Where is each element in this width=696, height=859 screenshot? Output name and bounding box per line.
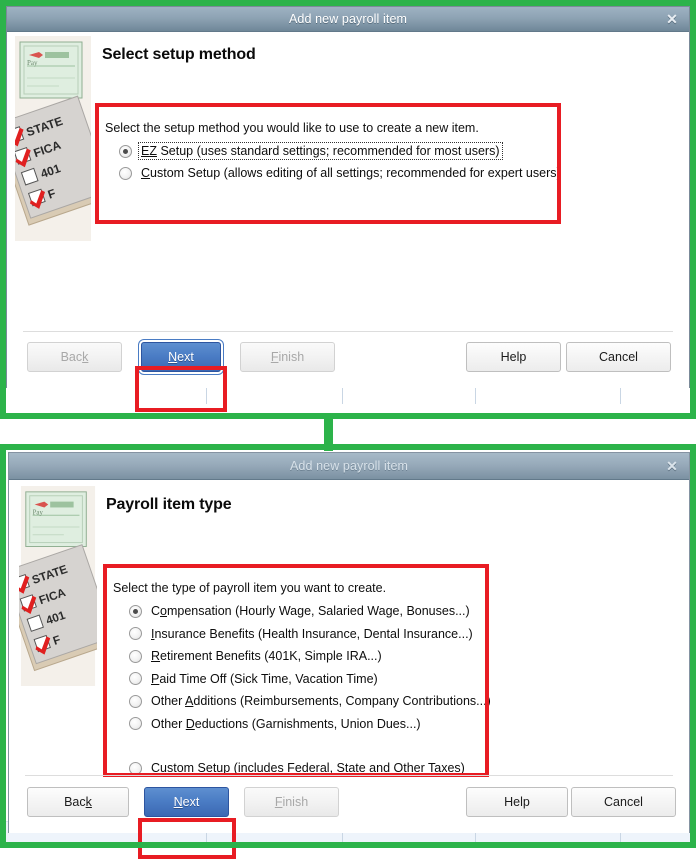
finish-button-label: Finish	[270, 350, 305, 364]
footer-divider	[23, 331, 673, 332]
add-new-payroll-item-dialog-step2[interactable]: Add new payroll item ✕ Pay STATE FICA 40…	[8, 452, 690, 859]
dialog-footer: Back Next Finish Help Cancel	[9, 783, 689, 823]
dialog-body: Pay STATE FICA 401 F Select setup method…	[7, 32, 689, 412]
page-title: Payroll item type	[106, 496, 232, 513]
dialog-titlebar: Add new payroll item ✕	[9, 453, 689, 480]
radio-option[interactable]: Other Additions (Reimbursements, Company…	[129, 690, 491, 713]
help-button[interactable]: Help	[466, 342, 561, 372]
add-new-payroll-item-dialog-step1[interactable]: Add new payroll item ✕ Pay STATE FICA 40…	[6, 6, 690, 412]
radio-option-label: Custom Setup (allows editing of all sett…	[141, 166, 561, 180]
radio-option[interactable]: Other Deductions (Garnishments, Union Du…	[129, 713, 485, 736]
annotation-connector-line	[324, 413, 333, 451]
radio-unselected-icon[interactable]	[129, 672, 142, 686]
radio-unselected-icon[interactable]	[129, 717, 142, 731]
help-button-label: Help	[500, 350, 527, 364]
cancel-button[interactable]: Cancel	[566, 342, 671, 372]
dialog-body: Pay STATE FICA 401 F Payroll item type S…	[9, 480, 689, 859]
radio-option-label: Paid Time Off (Sick Time, Vacation Time)	[151, 671, 378, 686]
next-button[interactable]: Next	[144, 787, 229, 817]
paycheck-tax-checklist-icon: Pay STATE FICA 401 F	[15, 36, 91, 241]
finish-button[interactable]: Finish	[244, 787, 339, 817]
radio-unselected-icon[interactable]	[129, 694, 142, 708]
radio-option-label: Custom Setup (includes Federal, State an…	[151, 761, 465, 776]
next-button-label: Next	[173, 795, 200, 809]
back-button-label: Back	[60, 350, 89, 364]
radio-option[interactable]: Compensation (Hourly Wage, Salaried Wage…	[129, 600, 485, 623]
dialog-title: Add new payroll item	[289, 459, 409, 473]
radio-option[interactable]: Paid Time Off (Sick Time, Vacation Time)	[129, 668, 485, 691]
footer-divider	[25, 775, 673, 776]
instruction-text: Select the type of payroll item you want…	[113, 581, 387, 595]
radio-option-label: Other Deductions (Garnishments, Union Du…	[151, 716, 421, 731]
back-button[interactable]: Back	[27, 787, 129, 817]
finish-button-label: Finish	[274, 795, 309, 809]
radio-option-label: EZ Setup (uses standard settings; recomm…	[138, 142, 503, 160]
finish-button[interactable]: Finish	[240, 342, 335, 372]
cancel-button[interactable]: Cancel	[571, 787, 676, 817]
radio-unselected-icon[interactable]	[129, 649, 142, 663]
dialog-footer: Back Next Finish Help Cancel	[7, 338, 689, 378]
radio-option[interactable]: Custom Setup (includes Federal, State an…	[129, 757, 485, 780]
help-button[interactable]: Help	[466, 787, 568, 817]
radio-option-label: Compensation (Hourly Wage, Salaried Wage…	[151, 604, 470, 619]
close-icon[interactable]: ✕	[664, 11, 680, 27]
back-button-label: Back	[64, 795, 92, 809]
radio-unselected-icon[interactable]	[129, 627, 142, 641]
svg-text:Pay: Pay	[33, 509, 44, 516]
svg-text:Pay: Pay	[27, 59, 38, 67]
radio-option[interactable]: Custom Setup (allows editing of all sett…	[119, 162, 561, 184]
setup-method-group: Select the setup method you would like t…	[99, 107, 561, 220]
page-title: Select setup method	[102, 46, 256, 63]
radio-selected-icon[interactable]	[129, 604, 142, 618]
radio-option-label: Insurance Benefits (Health Insurance, De…	[151, 626, 473, 641]
close-icon[interactable]: ✕	[664, 458, 680, 474]
radio-selected-icon[interactable]	[119, 144, 132, 158]
payroll-item-type-group: Select the type of payroll item you want…	[107, 568, 491, 775]
radio-option-label: Other Additions (Reimbursements, Company…	[151, 694, 491, 709]
dialog-title: Add new payroll item	[288, 12, 408, 26]
cancel-button-label: Cancel	[599, 350, 638, 364]
next-button[interactable]: Next	[141, 342, 221, 372]
paycheck-tax-checklist-icon: Pay STATE FICA 401 F	[19, 486, 97, 686]
radio-unselected-icon[interactable]	[119, 166, 132, 180]
radio-option[interactable]: Retirement Benefits (401K, Simple IRA...…	[129, 645, 485, 668]
radio-option[interactable]: Insurance Benefits (Health Insurance, De…	[129, 623, 485, 646]
dialog-titlebar: Add new payroll item ✕	[7, 7, 689, 32]
radio-option[interactable]: EZ Setup (uses standard settings; recomm…	[119, 140, 557, 162]
back-button[interactable]: Back	[27, 342, 122, 372]
next-button-label: Next	[168, 350, 194, 364]
help-button-label: Help	[504, 795, 530, 809]
radio-unselected-icon[interactable]	[129, 761, 142, 775]
radio-option-label: Retirement Benefits (401K, Simple IRA...…	[151, 649, 382, 664]
instruction-text: Select the setup method you would like t…	[105, 121, 479, 135]
cancel-button-label: Cancel	[604, 795, 643, 809]
